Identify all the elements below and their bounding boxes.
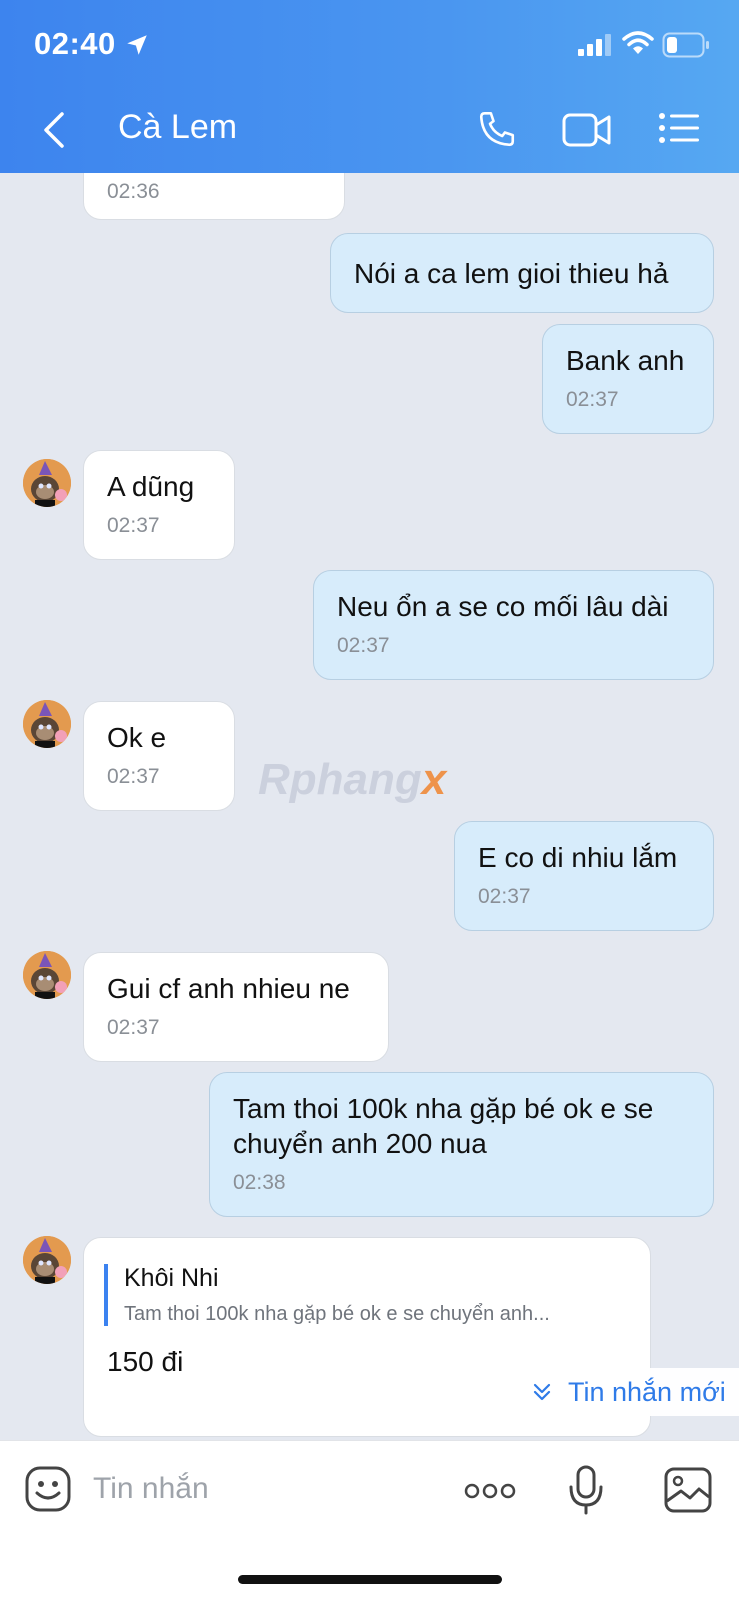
message-bubble-outgoing[interactable]: Nói a ca lem gioi thieu hả bbox=[330, 233, 714, 313]
ape-avatar-icon bbox=[23, 700, 71, 748]
message-text: A dũng bbox=[107, 471, 195, 502]
quoted-message[interactable]: Khôi Nhi Tam thoi 100k nha gặp bé ok e s… bbox=[104, 1264, 627, 1326]
quote-author: Khôi Nhi bbox=[124, 1264, 219, 1292]
location-arrow-icon bbox=[127, 35, 147, 55]
message-time: 02:37 bbox=[478, 885, 531, 908]
message-bubble-outgoing[interactable]: E co di nhiu lắm 02:37 bbox=[454, 821, 714, 931]
avatar[interactable] bbox=[23, 459, 71, 507]
image-icon[interactable] bbox=[664, 1467, 712, 1513]
avatar[interactable] bbox=[23, 951, 71, 999]
header: 02:40 Cà Lem bbox=[0, 0, 739, 173]
message-bubble-incoming[interactable]: A dũng 02:37 bbox=[83, 450, 235, 560]
message-time: 02:38 bbox=[233, 1171, 286, 1194]
battery-icon bbox=[662, 32, 709, 58]
signal-icon bbox=[578, 34, 611, 56]
watermark-logo: Rphangx bbox=[258, 755, 447, 804]
wifi-icon bbox=[622, 31, 654, 54]
more-icon[interactable] bbox=[464, 1483, 516, 1499]
video-icon[interactable] bbox=[562, 112, 612, 148]
double-chevron-down-icon bbox=[533, 1383, 551, 1401]
avatar[interactable] bbox=[23, 700, 71, 748]
mic-icon[interactable] bbox=[568, 1465, 604, 1515]
menu-icon[interactable] bbox=[658, 112, 700, 144]
back-icon[interactable] bbox=[40, 110, 70, 150]
message-text: Bank anh bbox=[566, 345, 685, 376]
emoji-icon[interactable] bbox=[24, 1465, 72, 1513]
message-text: Neu ổn a se co mối lâu dài bbox=[337, 591, 669, 622]
message-time: 02:36 bbox=[107, 180, 160, 203]
message-time: 02:37 bbox=[566, 388, 619, 411]
ape-avatar-icon bbox=[23, 459, 71, 507]
status-time: 02:40 bbox=[34, 26, 116, 61]
message-bubble-incoming[interactable]: 02:36 bbox=[83, 173, 345, 220]
message-text: Tam thoi 100k nha gặp bé ok e se chuyển … bbox=[233, 1093, 654, 1159]
chat-area[interactable]: 02:36 Nói a ca lem gioi thieu hả Bank an… bbox=[0, 173, 739, 1440]
message-text: E co di nhiu lắm bbox=[478, 842, 678, 873]
message-time: 02:37 bbox=[107, 1016, 160, 1039]
home-indicator bbox=[238, 1575, 502, 1584]
new-messages-label: Tin nhắn mới bbox=[568, 1376, 726, 1407]
avatar[interactable] bbox=[23, 1236, 71, 1284]
message-text: Gui cf anh nhieu ne bbox=[107, 973, 350, 1004]
ape-avatar-icon bbox=[23, 1236, 71, 1284]
message-input-bar: Tin nhắn bbox=[0, 1440, 739, 1601]
message-time: 02:37 bbox=[337, 634, 390, 657]
message-bubble-incoming[interactable]: Ok e 02:37 bbox=[83, 701, 235, 811]
message-input[interactable]: Tin nhắn bbox=[93, 1472, 209, 1506]
phone-icon[interactable] bbox=[476, 108, 518, 150]
quote-text: Tam thoi 100k nha gặp bé ok e se chuyển … bbox=[124, 1303, 550, 1325]
message-time: 02:37 bbox=[107, 514, 160, 537]
new-messages-button[interactable]: Tin nhắn mới bbox=[512, 1368, 739, 1416]
message-bubble-incoming[interactable]: Gui cf anh nhieu ne 02:37 bbox=[83, 952, 389, 1062]
message-bubble-outgoing[interactable]: Neu ổn a se co mối lâu dài 02:37 bbox=[313, 570, 714, 680]
message-text: Ok e bbox=[107, 722, 167, 753]
message-bubble-outgoing[interactable]: Bank anh 02:37 bbox=[542, 324, 714, 434]
message-bubble-outgoing[interactable]: Tam thoi 100k nha gặp bé ok e se chuyển … bbox=[209, 1072, 714, 1217]
chat-title: Cà Lem bbox=[118, 108, 238, 146]
ape-avatar-icon bbox=[23, 951, 71, 999]
message-time: 02:37 bbox=[107, 765, 160, 788]
message-text: Nói a ca lem gioi thieu hả bbox=[354, 258, 669, 289]
